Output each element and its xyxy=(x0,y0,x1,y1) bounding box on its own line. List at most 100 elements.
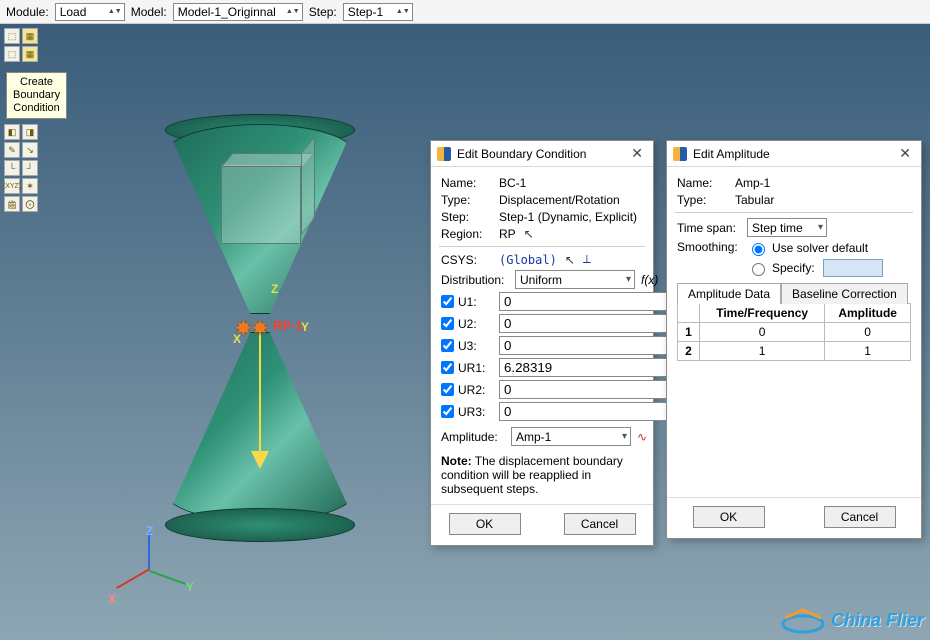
col-time: Time/Frequency xyxy=(700,304,825,323)
bc-manager-icon[interactable]: ▦ xyxy=(22,46,38,62)
cell-amp[interactable]: 0 xyxy=(825,323,911,342)
reference-point-label: RP-1 xyxy=(273,318,303,333)
close-icon[interactable]: ✕ xyxy=(627,145,647,162)
model-label: Model: xyxy=(131,5,167,19)
tool-icon[interactable]: ┘ xyxy=(22,160,38,176)
u2-check[interactable]: U2: xyxy=(441,317,487,331)
dialog-title: Edit Boundary Condition xyxy=(457,147,621,161)
tool-icon[interactable]: └ xyxy=(4,160,20,176)
amplitude-select[interactable]: Amp-1 ▾ xyxy=(511,427,631,446)
table-row: 2 1 1 xyxy=(678,342,911,361)
tool-icon[interactable]: ⨀ xyxy=(22,196,38,212)
amp-type-value: Tabular xyxy=(735,193,774,207)
step-select[interactable]: Step-1 ▲▼ xyxy=(343,3,413,21)
model-select[interactable]: Model-1_Originnal ▲▼ xyxy=(173,3,303,21)
tool-icon[interactable]: ↘ xyxy=(22,142,38,158)
csys-triad-icon[interactable]: ⟂ xyxy=(583,252,591,267)
distribution-select[interactable]: Uniform ▾ xyxy=(515,270,635,289)
step-value: Step-1 xyxy=(348,5,392,19)
ur3-check[interactable]: UR3: xyxy=(441,405,487,419)
amp-name-value: Amp-1 xyxy=(735,176,770,190)
create-bc-icon[interactable]: ⬚ xyxy=(4,46,20,62)
module-select[interactable]: Load ▲▼ xyxy=(55,3,125,21)
cancel-button[interactable]: Cancel xyxy=(564,513,636,535)
tool-icon[interactable]: ✎ xyxy=(4,142,20,158)
global-triad: Z Y X xyxy=(110,530,190,610)
module-label: Module: xyxy=(6,5,49,19)
bc-region-label: Region: xyxy=(441,227,493,241)
distribution-value: Uniform xyxy=(520,273,626,287)
smoothing-solver-radio[interactable]: Use solver default xyxy=(747,240,883,256)
part-cube xyxy=(221,164,301,244)
bc-type-label: Type: xyxy=(441,193,493,207)
model-geometry: RP-1 ✸✸ Z Y X xyxy=(95,72,425,592)
context-bar: Module: Load ▲▼ Model: Model-1_Originnal… xyxy=(0,0,930,24)
timespan-select[interactable]: Step time ▾ xyxy=(747,218,827,237)
step-label: Step: xyxy=(309,5,337,19)
distribution-label: Distribution: xyxy=(441,273,509,287)
spinner-icon: ▲▼ xyxy=(286,9,300,14)
tool-icon[interactable]: ▦ xyxy=(22,28,38,44)
dialog-title: Edit Amplitude xyxy=(693,147,889,161)
timespan-label: Time span: xyxy=(677,221,741,235)
u1-check[interactable]: U1: xyxy=(441,295,487,309)
bc-name-value: BC-1 xyxy=(499,176,526,190)
amplitude-value: Amp-1 xyxy=(516,430,622,444)
triad-z-label: Z xyxy=(146,524,153,538)
amp-name-label: Name: xyxy=(677,176,729,190)
tab-amplitude-data[interactable]: Amplitude Data xyxy=(677,283,781,304)
model-value: Model-1_Originnal xyxy=(178,5,282,19)
u1-input[interactable] xyxy=(499,292,686,311)
ur2-check[interactable]: UR2: xyxy=(441,383,487,397)
col-amplitude: Amplitude xyxy=(825,304,911,323)
ur1-input[interactable] xyxy=(499,358,686,377)
rotation-bc-icon: ✸✸ xyxy=(235,316,269,341)
fx-icon[interactable]: f(x) xyxy=(641,273,658,287)
xyz-tool-icon[interactable]: (XYZ) xyxy=(4,178,20,194)
u3-check[interactable]: U3: xyxy=(441,339,487,353)
tool-icon[interactable]: ⬚ xyxy=(4,28,20,44)
smoothing-specify-input[interactable] xyxy=(823,259,883,277)
tool-icon[interactable]: ◧ xyxy=(4,124,20,140)
u2-input[interactable] xyxy=(499,314,686,333)
pick-region-icon[interactable]: ↖ xyxy=(524,227,534,241)
cell-time[interactable]: 1 xyxy=(700,342,825,361)
ok-button[interactable]: OK xyxy=(449,513,521,535)
tool-icon[interactable]: ⿒ xyxy=(4,196,20,212)
cell-amp[interactable]: 1 xyxy=(825,342,911,361)
amplitude-label: Amplitude: xyxy=(441,430,505,444)
edit-bc-dialog: Edit Boundary Condition ✕ Name:BC-1 Type… xyxy=(430,140,654,546)
ur1-check[interactable]: UR1: xyxy=(441,361,487,375)
u3-input[interactable] xyxy=(499,336,686,355)
close-icon[interactable]: ✕ xyxy=(895,145,915,162)
ur3-input[interactable] xyxy=(499,402,686,421)
spinner-icon: ▲▼ xyxy=(108,9,122,14)
app-icon xyxy=(673,147,687,161)
pick-csys-icon[interactable]: ↖ xyxy=(565,253,575,267)
ok-button[interactable]: OK xyxy=(693,506,765,528)
chevron-down-icon: ▾ xyxy=(818,222,823,233)
cell-time[interactable]: 0 xyxy=(700,323,825,342)
app-icon xyxy=(437,147,451,161)
viewport[interactable]: ⬚ ▦ ⬚ ▦ ◧ ◨ ✎ ↘ └ ┘ (XYZ) ✶ ⿒ ⨀ Create B… xyxy=(0,24,930,640)
bc-type-value: Displacement/Rotation xyxy=(499,193,620,207)
csys-label: CSYS: xyxy=(441,253,493,267)
bc-step-label: Step: xyxy=(441,210,493,224)
edit-amplitude-dialog: Edit Amplitude ✕ Name:Amp-1 Type:Tabular… xyxy=(666,140,922,539)
csys-value: (Global) xyxy=(499,253,557,267)
tab-baseline-correction[interactable]: Baseline Correction xyxy=(781,283,908,304)
create-amplitude-icon[interactable]: ∿ xyxy=(637,430,647,444)
bc-region-value: RP xyxy=(499,227,516,241)
smoothing-specify-radio[interactable]: Specify: xyxy=(747,259,883,277)
cancel-button[interactable]: Cancel xyxy=(824,506,896,528)
amplitude-table[interactable]: Time/Frequency Amplitude 1 0 0 2 1 1 xyxy=(677,303,911,361)
create-bc-tooltip: Create Boundary Condition xyxy=(6,72,67,119)
spinner-icon: ▲▼ xyxy=(396,9,410,14)
chevron-down-icon: ▾ xyxy=(622,431,627,442)
ur2-input[interactable] xyxy=(499,380,686,399)
tool-icon[interactable]: ◨ xyxy=(22,124,38,140)
triad-y-label: Y xyxy=(186,580,194,594)
table-row: 1 0 0 xyxy=(678,323,911,342)
timespan-value: Step time xyxy=(752,221,818,235)
tool-icon[interactable]: ✶ xyxy=(22,178,38,194)
